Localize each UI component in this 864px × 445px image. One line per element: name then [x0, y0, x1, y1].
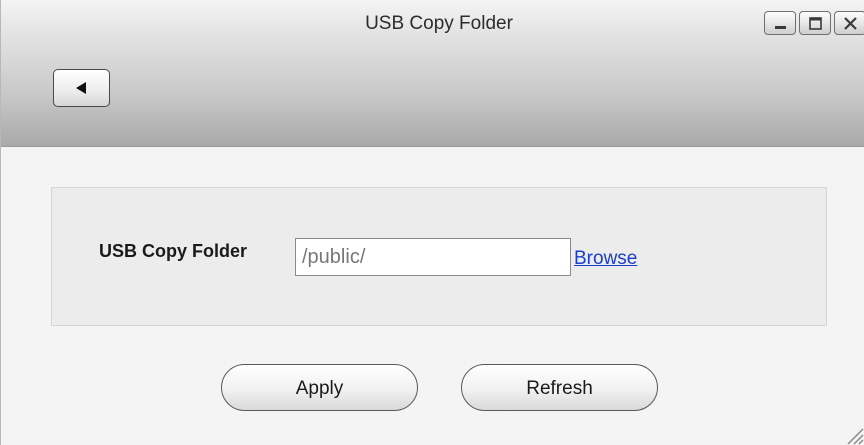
app-window: USB Copy Folder USB Copy Folder /public/…	[0, 0, 864, 445]
settings-panel: USB Copy Folder Browse	[51, 187, 827, 326]
title-bar[interactable]: USB Copy Folder	[1, 0, 864, 147]
minimize-icon	[775, 26, 786, 29]
minimize-button[interactable]	[764, 11, 796, 35]
maximize-icon	[809, 17, 822, 30]
close-icon	[844, 17, 857, 30]
refresh-button[interactable]: Refresh	[461, 364, 658, 411]
maximize-button[interactable]	[799, 11, 831, 35]
usb-copy-folder-label: USB Copy Folder	[99, 241, 248, 261]
usb-copy-folder-input[interactable]	[295, 238, 571, 276]
browse-link[interactable]: Browse	[574, 248, 637, 270]
window-controls	[764, 11, 864, 35]
window-title: USB Copy Folder	[365, 13, 513, 34]
content-area: USB Copy Folder Browse Apply Refresh	[1, 147, 864, 445]
close-button[interactable]	[834, 11, 864, 35]
back-button[interactable]	[53, 69, 110, 107]
apply-button[interactable]: Apply	[221, 364, 418, 411]
resize-grip-icon[interactable]	[840, 421, 864, 445]
back-arrow-icon	[76, 82, 86, 94]
